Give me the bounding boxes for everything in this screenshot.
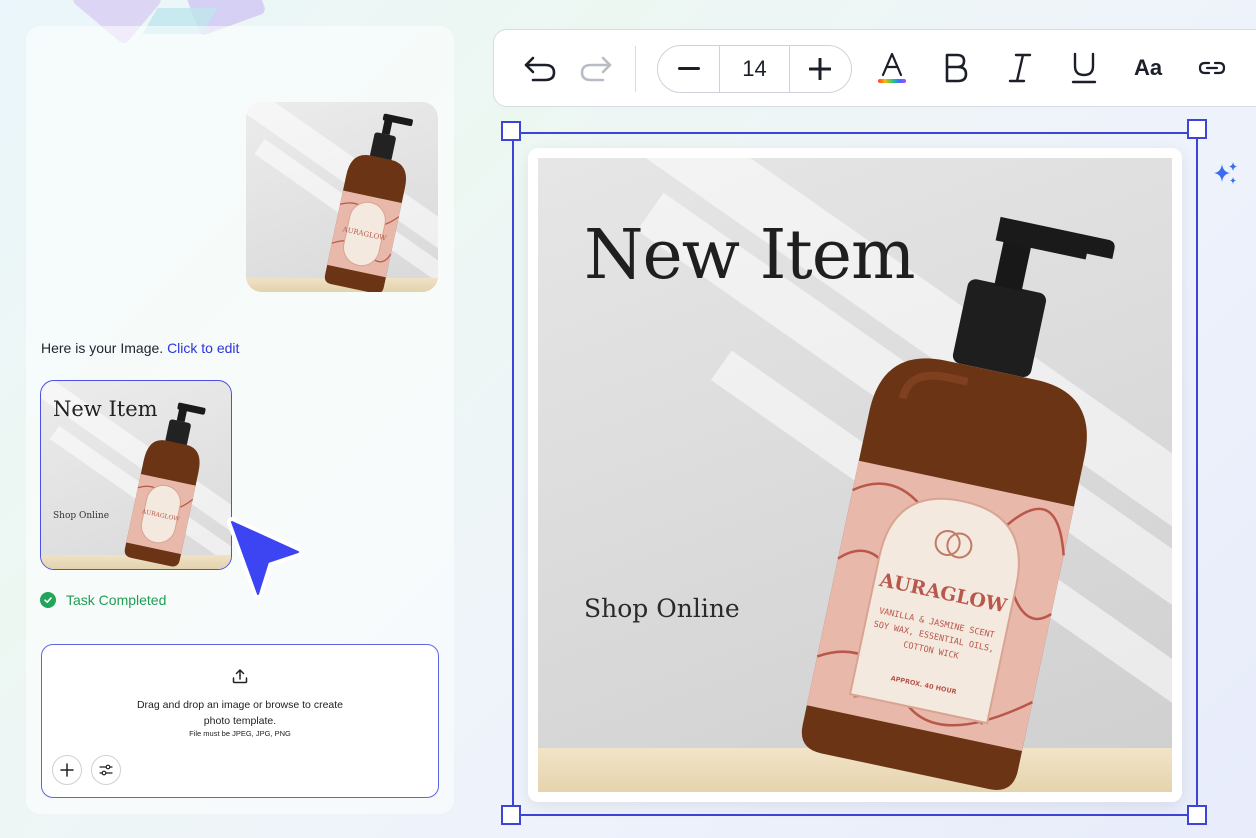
upload-file-types-note: File must be JPEG, JPG, PNG xyxy=(189,729,291,738)
check-circle-icon xyxy=(40,592,56,608)
product-bottle-image: AURAGLOW xyxy=(124,402,206,567)
text-formatting-toolbar: 14 Aa xyxy=(493,29,1256,107)
undo-button[interactable] xyxy=(522,50,558,86)
redo-icon xyxy=(580,56,612,82)
text-color-button[interactable] xyxy=(874,50,910,86)
ai-sparkle-icon[interactable] xyxy=(1212,160,1240,188)
resize-handle-top-left[interactable] xyxy=(501,121,521,141)
task-status: Task Completed xyxy=(40,592,166,608)
redo-button[interactable] xyxy=(578,50,614,86)
upload-instructions-line2: photo template. xyxy=(203,715,277,727)
design-canvas[interactable]: New Item Shop Online AURAGLOW VANILLA & … xyxy=(528,148,1182,802)
upload-instructions-line1: Drag and drop an image or browse to crea… xyxy=(136,699,344,711)
resize-handle-bottom-left[interactable] xyxy=(501,805,521,825)
product-bottle-image: AURAGLOW xyxy=(324,113,413,292)
settings-button[interactable] xyxy=(91,755,121,785)
font-style-button[interactable]: Aa xyxy=(1130,50,1166,86)
font-style-icon: Aa xyxy=(1133,55,1163,80)
resize-handle-bottom-right[interactable] xyxy=(1187,805,1207,825)
decrease-font-size-button[interactable] xyxy=(658,46,720,92)
task-status-label: Task Completed xyxy=(66,592,167,608)
toolbar-divider xyxy=(635,46,636,92)
cursor-pointer-icon xyxy=(227,517,303,599)
sliders-icon xyxy=(99,764,113,776)
undo-icon xyxy=(524,56,556,82)
underline-icon xyxy=(1071,52,1097,84)
chat-panel: AURAGLOW Here is your Image. Click to ed… xyxy=(26,26,454,814)
increase-font-size-button[interactable] xyxy=(790,46,850,92)
product-bottle-image: AURAGLOW VANILLA & JASMINE SCENT SOY WAX… xyxy=(801,216,1115,790)
underline-button[interactable] xyxy=(1066,50,1102,86)
bold-button[interactable] xyxy=(938,50,974,86)
italic-icon xyxy=(1008,53,1032,83)
chat-message: Here is your Image. Click to edit xyxy=(41,340,239,356)
uploaded-image-thumbnail[interactable]: AURAGLOW xyxy=(246,102,438,292)
upload-instructions: Drag and drop an image or browse to crea… xyxy=(42,697,438,729)
chat-message-text: Here is your Image. xyxy=(41,340,168,356)
resize-handle-top-right[interactable] xyxy=(1187,119,1207,139)
upload-icon xyxy=(232,669,248,684)
text-color-icon xyxy=(878,52,906,83)
plus-icon xyxy=(809,58,831,80)
generated-image-card[interactable]: New Item Shop Online AURAGLOW xyxy=(40,380,232,570)
minus-icon xyxy=(677,67,700,70)
plus-icon xyxy=(60,763,74,777)
font-size-stepper: 14 xyxy=(657,45,852,93)
link-button[interactable] xyxy=(1194,50,1230,86)
link-icon xyxy=(1198,61,1226,75)
canvas-background-photo: New Item Shop Online AURAGLOW VANILLA & … xyxy=(538,158,1172,792)
click-to-edit-link[interactable]: Click to edit xyxy=(167,340,239,356)
bold-icon xyxy=(945,53,968,83)
font-size-input[interactable]: 14 xyxy=(720,46,790,92)
italic-button[interactable] xyxy=(1002,50,1038,86)
upload-dropzone[interactable]: Drag and drop an image or browse to crea… xyxy=(41,644,439,798)
add-button[interactable] xyxy=(52,755,82,785)
